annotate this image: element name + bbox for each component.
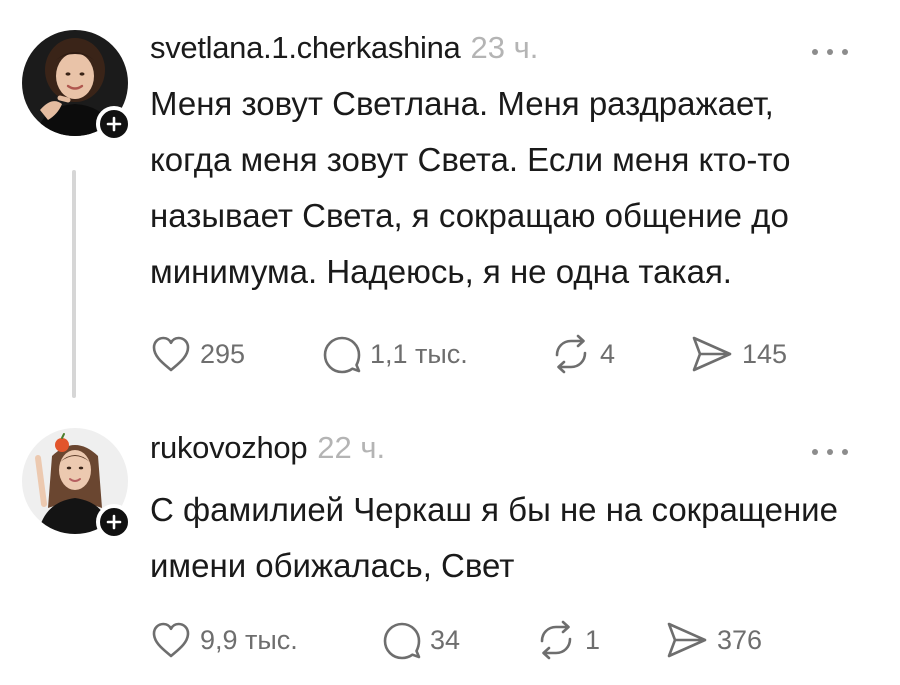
timestamp: 22 ч.	[317, 430, 386, 465]
thread-line	[72, 170, 76, 398]
repost-icon	[540, 620, 572, 660]
post-text: С фамилией Черкаш я бы не на сокращение …	[150, 491, 838, 584]
avatar-container	[22, 30, 132, 142]
heart-icon	[152, 336, 190, 372]
reply-count: 34	[430, 624, 461, 655]
plus-icon	[106, 514, 122, 530]
repost-count: 4	[600, 338, 616, 369]
repost-button[interactable]: 4	[550, 332, 615, 376]
post: svetlana.1.cherkashina 23 ч. Меня зовут …	[0, 0, 900, 410]
username[interactable]: rukovozhop	[150, 430, 308, 466]
share-count: 145	[742, 338, 788, 369]
like-count: 9,9 тыс.	[200, 624, 298, 655]
speech-bubble-icon	[323, 336, 361, 374]
username[interactable]: svetlana.1.cherkashina	[150, 30, 461, 66]
reply-button[interactable]: 1,1 тыс.	[322, 332, 468, 376]
more-dots-icon[interactable]	[812, 46, 848, 58]
post-header: rukovozhop 22 ч.	[150, 430, 385, 466]
post: rukovozhop 22 ч. С фамилией Черкаш я бы …	[0, 410, 900, 685]
post-header: svetlana.1.cherkashina 23 ч.	[150, 30, 538, 66]
send-icon	[667, 622, 707, 658]
share-button[interactable]: 145	[690, 332, 787, 376]
reply-button[interactable]: 34	[382, 618, 460, 662]
heart-icon	[152, 622, 190, 658]
follow-button[interactable]	[96, 504, 132, 540]
like-button[interactable]: 9,9 тыс.	[150, 618, 298, 662]
plus-icon	[106, 116, 122, 132]
share-button[interactable]: 376	[665, 618, 762, 662]
follow-button[interactable]	[96, 106, 132, 142]
repost-button[interactable]: 1	[535, 618, 600, 662]
more-dots-icon[interactable]	[812, 446, 848, 458]
send-icon	[692, 336, 732, 372]
timestamp: 23 ч.	[470, 30, 539, 65]
like-count: 295	[200, 338, 246, 369]
share-count: 376	[717, 624, 763, 655]
like-button[interactable]: 295	[150, 332, 245, 376]
repost-count: 1	[585, 624, 601, 655]
reply-count: 1,1 тыс.	[370, 338, 468, 369]
speech-bubble-icon	[383, 622, 421, 660]
post-text: Меня зовут Светлана. Меня раздражает, ко…	[150, 85, 791, 290]
repost-icon	[555, 334, 587, 374]
avatar-container	[22, 428, 132, 540]
